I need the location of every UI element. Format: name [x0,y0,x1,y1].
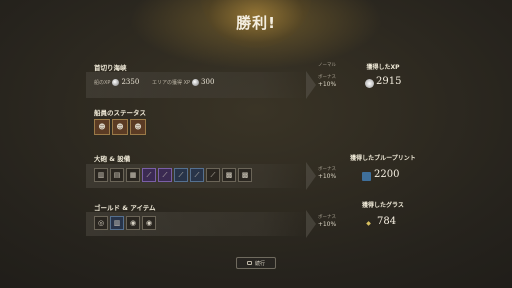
gold-bonus-label: ボーナス [318,215,336,220]
ship-xp-value: 2350 [121,78,140,86]
gold-item-icon[interactable]: ▥ [110,216,124,230]
xp-coin-icon [112,78,120,86]
cannons-bonus-value: +10% [317,173,337,180]
gold-item-icon[interactable]: ◉ [126,216,140,230]
gold-items: ◎ ▥ ◉ ◉ [94,216,156,230]
cannons-bonus-label: ボーナス [318,167,336,172]
gold-bonus-value: +10% [317,221,337,228]
glass-reward-value: 784 [377,216,397,227]
region-xp: エリアの獲得 XP 300 [152,78,214,86]
cannon-item-icon[interactable]: ▩ [238,168,252,182]
blueprint-reward-label: 獲得したブループリント [350,155,416,162]
gold-title: ゴールド & アイテム [94,204,156,212]
voyage-title: 首切り海峡 [94,64,127,72]
continue-button[interactable]: 続行 [236,257,276,269]
ship-xp: 船のXP 2350 [94,78,139,86]
region-xp-coin-icon [192,78,200,86]
gold-item-icon[interactable]: ◉ [142,216,156,230]
cannons-title: 大砲 & 設備 [94,155,131,163]
ship-xp-label: 船のXP [94,79,111,86]
crew-portrait-icon[interactable]: ☻ [112,119,128,135]
cannon-item-icon[interactable]: ▥ [94,168,108,182]
cannon-item-icon[interactable]: ⟋ [206,168,220,182]
victory-title: 勝利! [236,14,276,32]
cannon-item-icon[interactable]: ▦ [126,168,140,182]
cannon-item-icon[interactable]: ⟋ [190,168,204,182]
cannon-item-icon[interactable]: ⟋ [142,168,156,182]
gold-item-icon[interactable]: ◎ [94,216,108,230]
keyboard-key-icon [246,261,252,265]
blueprint-icon [362,172,371,181]
glass-reward-label: 獲得したグラス [362,202,404,209]
cannon-items: ▥ ▤ ▦ ⟋ ⟋ ⟋ ⟋ ⟋ ▩ ▩ [94,168,252,182]
crew-portraits: ☻ ☻ ☻ [94,119,146,135]
glass-icon: ◆ [366,220,371,227]
xp-reward-value: 2915 [376,76,402,87]
crew-portrait-icon[interactable]: ☻ [130,119,146,135]
cannon-item-icon[interactable]: ⟋ [174,168,188,182]
cannon-item-icon[interactable]: ⟋ [158,168,172,182]
xp-reward-label: 獲得したXP [366,64,400,71]
region-xp-value: 300 [201,78,215,86]
crew-title: 船員のステータス [94,109,146,117]
voyage-bonus-label: ボーナス [318,75,336,80]
cannon-item-icon[interactable]: ▤ [110,168,124,182]
blueprint-reward-value: 2200 [374,169,400,180]
voyage-bonus-value: +10% [317,81,337,88]
region-xp-label: エリアの獲得 XP [152,79,191,86]
cannon-item-icon[interactable]: ▩ [222,168,236,182]
crew-portrait-icon[interactable]: ☻ [94,119,110,135]
continue-label: 続行 [254,260,265,267]
xp-reward-icon [365,79,374,88]
